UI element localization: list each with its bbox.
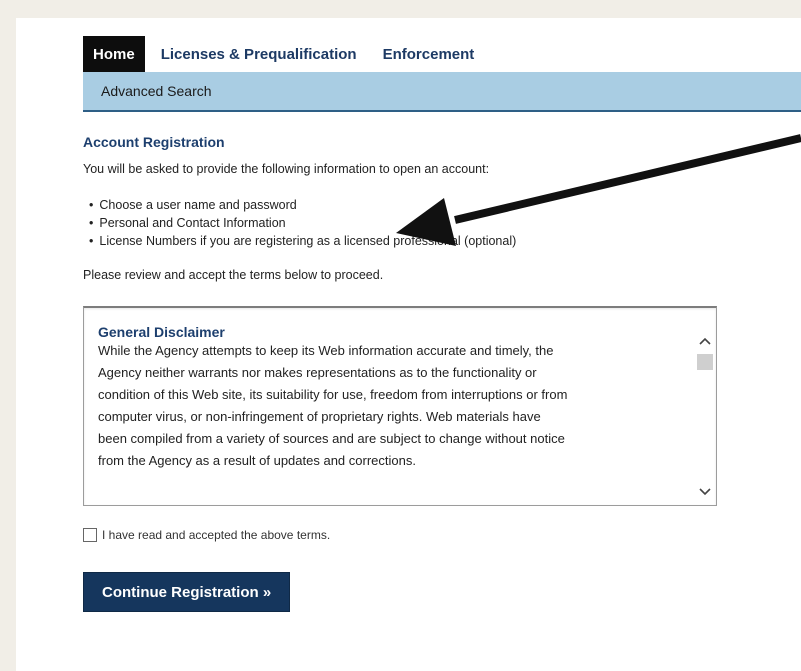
accept-terms-row: I have read and accepted the above terms… — [83, 528, 717, 542]
list-item: License Numbers if you are registering a… — [89, 232, 717, 250]
terms-body: While the Agency attempts to keep its We… — [98, 340, 686, 472]
tab-licenses-prequalification[interactable]: Licenses & Prequalification — [151, 36, 367, 72]
page-container: Home Licenses & Prequalification Enforce… — [16, 18, 801, 671]
chevron-up-icon[interactable] — [696, 332, 714, 350]
intro-text: You will be asked to provide the followi… — [83, 162, 490, 176]
accept-terms-label[interactable]: I have read and accepted the above terms… — [102, 528, 330, 542]
terms-line: been compiled from a variety of sources … — [98, 431, 565, 446]
terms-line: Agency neither warrants nor makes repres… — [98, 365, 537, 380]
review-instructions: Please review and accept the terms below… — [83, 268, 384, 282]
scroll-thumb[interactable] — [697, 354, 713, 370]
list-item: Choose a user name and password — [89, 196, 717, 214]
advanced-search-link[interactable]: Advanced Search — [101, 83, 212, 99]
continue-registration-button[interactable]: Continue Registration » — [83, 572, 291, 612]
tab-enforcement[interactable]: Enforcement — [373, 36, 485, 72]
terms-line: computer virus, or non-infringement of p… — [98, 409, 541, 424]
requirements-list: Choose a user name and password Personal… — [89, 196, 717, 250]
page-title: Account Registration — [83, 134, 225, 150]
terms-title: General Disclaimer — [98, 324, 225, 340]
sub-navigation-bar: Advanced Search — [83, 72, 801, 112]
top-nav-tabs: Home Licenses & Prequalification Enforce… — [83, 36, 484, 72]
terms-scroll-box[interactable]: General Disclaimer While the Agency atte… — [83, 306, 717, 506]
terms-line: from the Agency as a result of updates a… — [98, 453, 416, 468]
main-content: Account Registration You will be asked t… — [83, 134, 717, 612]
terms-line: condition of this Web site, its suitabil… — [98, 387, 568, 402]
accept-terms-checkbox[interactable] — [83, 528, 97, 542]
tab-home[interactable]: Home — [83, 36, 145, 72]
terms-content: General Disclaimer While the Agency atte… — [98, 324, 686, 472]
chevron-down-icon[interactable] — [696, 483, 714, 501]
terms-scrollbar[interactable] — [696, 310, 714, 503]
list-item: Personal and Contact Information — [89, 214, 717, 232]
terms-line: While the Agency attempts to keep its We… — [98, 343, 554, 358]
